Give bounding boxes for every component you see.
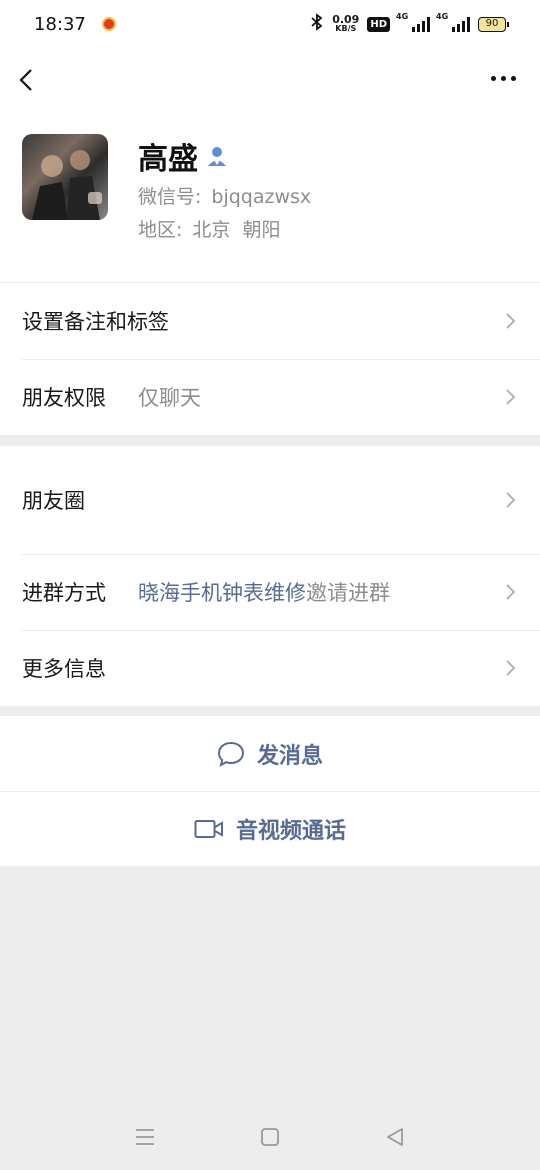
cell-value: 晓海手机钟表维修邀请进群 [138, 577, 390, 607]
name-row: 高盛 [138, 134, 228, 178]
notification-app-icon [101, 17, 116, 31]
more-icon[interactable] [491, 76, 516, 81]
status-time: 18:37 [34, 13, 86, 35]
action-buttons: 发消息 音视频通话 [0, 716, 540, 866]
battery-icon: 90 [478, 16, 509, 32]
profile-header: 高盛 微信号: bjqqazwsx 地区: 北京 朝阳 [0, 112, 540, 282]
network-speed-value: 0.09 [332, 13, 360, 26]
cell-label: 进群方式 [22, 581, 106, 605]
wechat-id: bjqqazwsx [211, 186, 312, 208]
chevron-right-icon [506, 389, 516, 405]
wechat-id-line: 微信号: bjqqazwsx [138, 182, 311, 209]
cell-label: 更多信息 [22, 657, 106, 681]
person-tag-icon [208, 147, 226, 166]
cell-more-info[interactable]: 更多信息 [0, 630, 540, 706]
chevron-right-icon [506, 492, 516, 508]
back-key-icon[interactable] [385, 1127, 405, 1147]
sim2-label: 4G [436, 12, 449, 21]
wechat-id-label: 微信号: [138, 186, 202, 208]
bluetooth-icon [310, 12, 324, 36]
cell-group-remarks: 设置备注和标签 朋友权限 仅聊天 [0, 282, 540, 435]
nav-bar [0, 48, 540, 112]
status-bar: 18:37 0.09 KB/S HD 4G 4G 90 [0, 0, 540, 48]
cell-set-remarks-tags[interactable]: 设置备注和标签 [0, 283, 540, 359]
contact-name: 高盛 [138, 142, 198, 177]
hd-badge: HD [367, 16, 390, 32]
cell-group-info: 朋友圈 进群方式 晓海手机钟表维修邀请进群 更多信息 [0, 446, 540, 706]
region-line: 地区: 北京 朝阳 [138, 215, 281, 242]
send-message-button[interactable]: 发消息 [0, 716, 540, 791]
network-speed-unit: KB/S [335, 24, 357, 33]
back-icon[interactable] [18, 68, 34, 92]
cell-value: 仅聊天 [138, 386, 201, 410]
av-call-button[interactable]: 音视频通话 [0, 791, 540, 866]
av-call-label: 音视频通话 [235, 819, 346, 844]
status-icons: 0.09 KB/S HD 4G 4G 90 [310, 12, 509, 36]
signal-sim1-icon: 4G [396, 12, 430, 32]
chevron-right-icon [506, 313, 516, 329]
home-key-icon[interactable] [260, 1127, 280, 1147]
chat-bubble-icon [217, 741, 244, 767]
signal-sim2-icon: 4G [436, 12, 470, 32]
cell-friend-permissions[interactable]: 朋友权限 仅聊天 [0, 359, 540, 435]
network-speed: 0.09 KB/S [332, 13, 360, 33]
cell-label: 设置备注和标签 [22, 310, 169, 334]
chevron-right-icon [506, 660, 516, 676]
system-nav-bar [0, 1104, 540, 1170]
cell-group-join-method[interactable]: 进群方式 晓海手机钟表维修邀请进群 [0, 554, 540, 630]
menu-key-icon[interactable] [135, 1128, 155, 1146]
avatar[interactable] [22, 134, 108, 220]
sim1-label: 4G [396, 12, 409, 21]
region-label: 地区: [138, 219, 183, 241]
invite-suffix: 邀请进群 [306, 581, 390, 605]
cell-label: 朋友圈 [22, 489, 85, 513]
video-camera-icon [194, 820, 223, 838]
send-message-label: 发消息 [256, 743, 323, 769]
cell-label: 朋友权限 [22, 386, 106, 410]
cell-moments[interactable]: 朋友圈 [0, 446, 540, 554]
inviter-link[interactable]: 晓海手机钟表维修 [138, 581, 306, 605]
chevron-right-icon [506, 584, 516, 600]
region-value: 北京 朝阳 [192, 219, 281, 241]
